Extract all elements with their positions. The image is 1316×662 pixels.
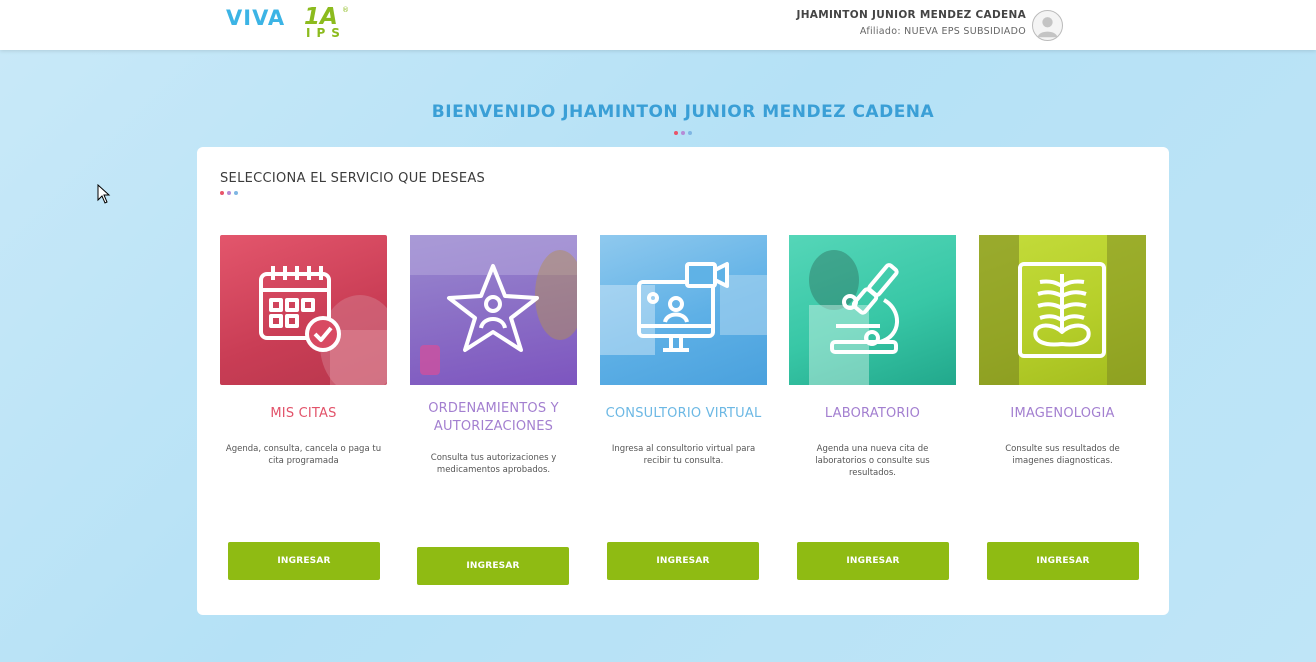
service-title: IMAGENOLOGIA xyxy=(1010,406,1115,421)
service-card-imagenologia: IMAGENOLOGIA Consulte sus resultados de … xyxy=(979,235,1146,595)
service-card-consultorio-virtual: CONSULTORIO VIRTUAL Ingresa al consultor… xyxy=(600,235,767,595)
video-monitor-icon xyxy=(637,262,729,352)
calendar-check-icon xyxy=(259,266,341,352)
welcome-heading: BIENVENIDO JHAMINTON JUNIOR MENDEZ CADEN… xyxy=(431,102,935,122)
xray-icon xyxy=(1018,262,1106,358)
service-selection-panel: SELECCIONA EL SERVICIO QUE DESEAS MIS CI… xyxy=(197,147,1169,615)
user-name: JHAMINTON JUNIOR MENDEZ CADENA xyxy=(796,9,1026,21)
service-title: LABORATORIO xyxy=(824,406,921,421)
ingresar-imagenologia-button[interactable]: INGRESAR xyxy=(987,542,1139,580)
user-affiliation: Afiliado: NUEVA EPS SUBSIDIADO xyxy=(859,26,1026,37)
service-title: ORDENAMIENTOS Y AUTORIZACIONES xyxy=(428,401,559,434)
service-description: Ingresa al consultorio virtual para reci… xyxy=(611,444,756,466)
logo-registered-mark: ® xyxy=(342,6,349,14)
service-description: Consulta tus autorizaciones y medicament… xyxy=(430,453,557,475)
mouse-cursor-icon xyxy=(97,184,111,204)
welcome-dots-decoration xyxy=(674,131,692,135)
star-person-icon xyxy=(447,264,539,352)
panel-title: SELECCIONA EL SERVICIO QUE DESEAS xyxy=(220,171,486,186)
microscope-icon xyxy=(830,263,899,354)
service-title: CONSULTORIO VIRTUAL xyxy=(605,406,762,421)
consultorio-virtual-image[interactable] xyxy=(600,235,767,385)
imagenologia-image[interactable] xyxy=(979,235,1146,385)
service-card-laboratorio: LABORATORIO Agenda una nueva cita de lab… xyxy=(789,235,956,595)
top-bar: VIVA 1A ® IPS JHAMINTON JUNIOR MENDEZ CA… xyxy=(0,0,1316,50)
service-description: Consulte sus resultados de imagenes diag… xyxy=(1005,444,1120,466)
service-description: Agenda, consulta, cancela o paga tu cita… xyxy=(225,444,382,466)
ingresar-laboratorio-button[interactable]: INGRESAR xyxy=(797,542,949,580)
service-description: Agenda una nueva cita de laboratorios o … xyxy=(815,444,930,478)
ingresar-consultorio-virtual-button[interactable]: INGRESAR xyxy=(607,542,759,580)
service-title: MIS CITAS xyxy=(270,406,337,421)
logo-viva-text: VIVA xyxy=(226,6,286,30)
service-card-mis-citas: MIS CITAS Agenda, consulta, cancela o pa… xyxy=(220,235,387,595)
service-card-ordenamientos: ORDENAMIENTOS Y AUTORIZACIONES Consulta … xyxy=(410,235,577,595)
ingresar-ordenamientos-button[interactable]: INGRESAR xyxy=(417,547,569,585)
ingresar-mis-citas-button[interactable]: INGRESAR xyxy=(228,542,380,580)
panel-dots-decoration xyxy=(220,191,238,195)
ordenamientos-image[interactable] xyxy=(410,235,577,385)
mis-citas-image[interactable] xyxy=(220,235,387,385)
viva-1a-ips-logo[interactable]: VIVA 1A ® IPS xyxy=(226,4,356,44)
laboratorio-image[interactable] xyxy=(789,235,956,385)
user-avatar-icon[interactable] xyxy=(1032,10,1063,41)
logo-ips-text: IPS xyxy=(306,26,346,40)
